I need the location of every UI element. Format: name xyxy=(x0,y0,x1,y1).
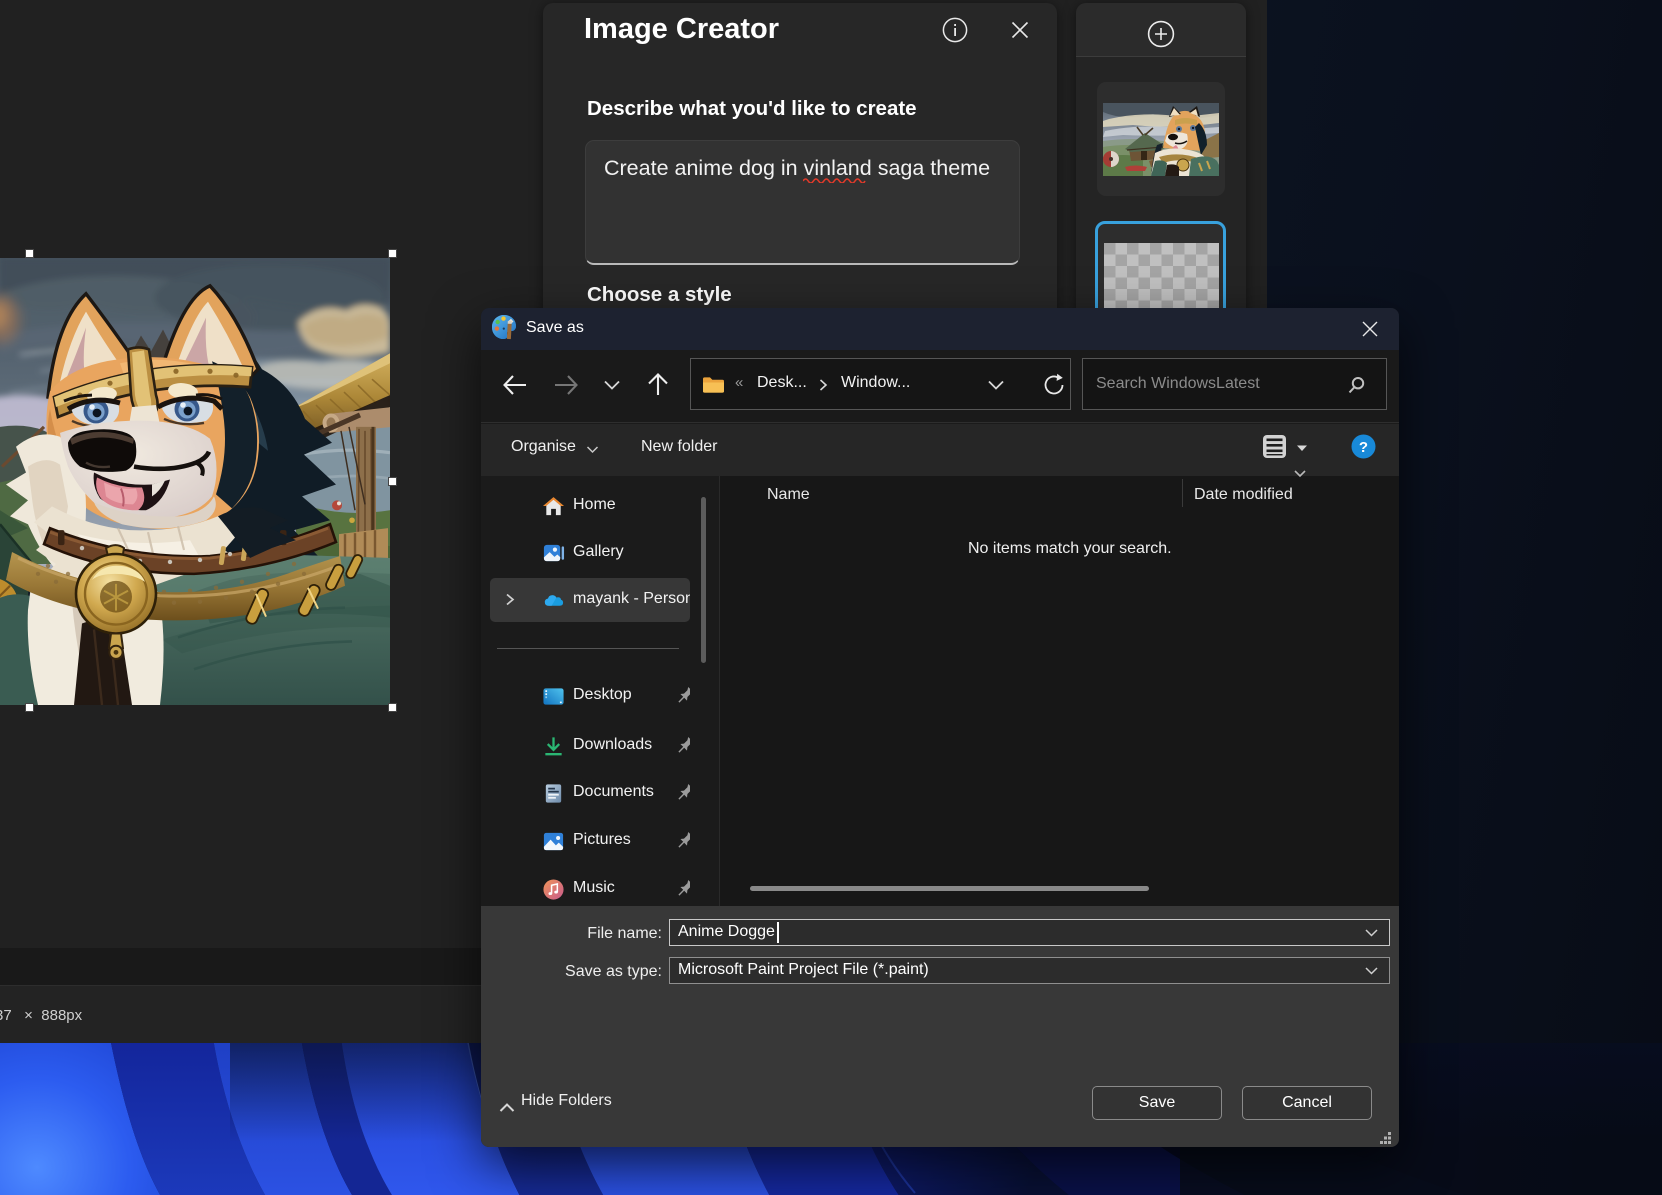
svg-text:?: ? xyxy=(1359,439,1368,456)
